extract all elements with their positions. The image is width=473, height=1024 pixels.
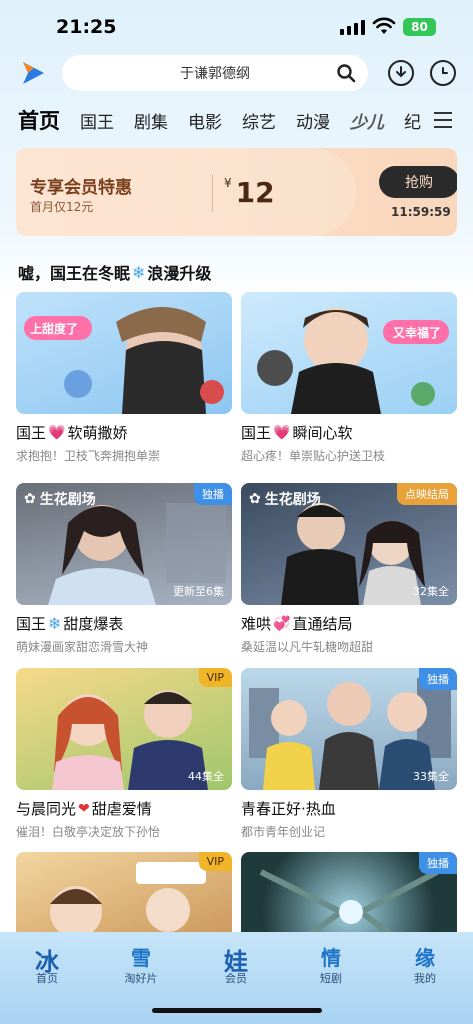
- vip-label: VIP: [198, 668, 232, 687]
- card-title: 青春正好·热血: [241, 800, 336, 818]
- video-card[interactable]: ✿ 生花剧场 独播 更新至6集 国王 ❄ 甜度爆表 萌妹漫画家甜恋滑雪大神: [16, 483, 232, 655]
- nav-discover-icon: 雪: [131, 946, 151, 970]
- heart-icon: 💞: [273, 615, 291, 632]
- channel-tabs: 首页 国王 剧集 电影 综艺 动漫 少儿 纪: [18, 104, 458, 136]
- exclusive-label: 独播: [419, 852, 457, 874]
- thumbnail-badge-text: 又幸福了: [393, 326, 442, 340]
- battery-indicator: 80: [403, 18, 436, 36]
- nav-label: 首页: [36, 972, 58, 985]
- tab-kids[interactable]: 少儿: [350, 108, 384, 133]
- wifi-icon: [372, 17, 396, 34]
- video-thumbnail[interactable]: ✿ 生花剧场 独播 更新至6集: [16, 483, 232, 605]
- tab-king[interactable]: 国王: [80, 108, 114, 133]
- tab-series[interactable]: 剧集: [134, 108, 168, 133]
- tab-home[interactable]: 首页: [18, 105, 60, 135]
- card-subtitle: 超心疼！单崇贴心护送卫枝: [241, 449, 386, 463]
- battery-level: 80: [411, 20, 428, 34]
- video-card[interactable]: 又幸福了 国王 💗 瞬间心软 超心疼！单崇贴心护送卫枝: [241, 292, 457, 464]
- vip-promo-subtitle: 首月仅12元: [30, 200, 94, 214]
- nav-home[interactable]: 冰 首页: [12, 942, 82, 986]
- studio-logo: ✿ 生花剧场: [24, 491, 96, 508]
- nav-shorts-icon: 情: [321, 946, 341, 970]
- channel-menu-icon[interactable]: [434, 112, 452, 128]
- nav-label: 会员: [225, 972, 247, 985]
- video-card[interactable]: VIP 44集全 与晨同光 ❤ 甜虐爱情 催泪！白敬亭决定放下孙怡: [16, 668, 232, 840]
- exclusive-label: 独播: [419, 668, 457, 690]
- nav-shorts[interactable]: 情 短剧: [296, 942, 366, 986]
- card-title: 国王 💗 软萌撒娇: [16, 424, 128, 442]
- card-title: 国王 💗 瞬间心软: [241, 424, 353, 442]
- video-card[interactable]: 独播 33集全 青春正好·热血 都市青年创业记: [241, 668, 457, 840]
- video-thumbnail[interactable]: VIP 44集全: [16, 668, 232, 790]
- video-card[interactable]: 上甜度了 国王 💗 软萌撒娇 求抱抱！卫枝飞奔拥抱单崇: [16, 292, 232, 464]
- search-icon[interactable]: [336, 63, 356, 83]
- download-icon[interactable]: [388, 60, 414, 86]
- nav-profile-icon: 缘: [415, 946, 435, 970]
- currency-symbol: ¥: [224, 176, 232, 190]
- status-bar: 21:25 80: [0, 0, 473, 54]
- vip-price: ¥12: [224, 176, 275, 209]
- tab-variety[interactable]: 综艺: [242, 108, 276, 133]
- studio-logo: ✿ 生花剧场: [249, 491, 321, 508]
- card-title: 国王 ❄ 甜度爆表: [16, 614, 124, 633]
- card-title: 难哄 💞 直通结局: [241, 615, 353, 633]
- video-thumbnail[interactable]: 独播 33集全: [241, 668, 457, 790]
- countdown-timer: 11:59:59: [391, 205, 451, 219]
- app-logo-icon[interactable]: [20, 60, 46, 86]
- episode-count: 更新至6集: [173, 585, 224, 598]
- episode-count: 32集全: [413, 585, 449, 598]
- heart-icon: ❤: [78, 800, 90, 817]
- video-thumbnail[interactable]: ✿ 生花剧场 点映结局 32集全: [241, 483, 457, 605]
- nav-profile[interactable]: 缘 我的: [390, 942, 460, 986]
- exclusive-label: 独播: [194, 483, 232, 505]
- nav-vip[interactable]: 娃 会员: [201, 942, 271, 986]
- card-subtitle: 都市青年创业记: [241, 825, 326, 839]
- card-subtitle: 萌妹漫画家甜恋滑雪大神: [16, 640, 149, 654]
- search-query[interactable]: 于谦郭德纲: [180, 63, 250, 83]
- video-thumbnail[interactable]: 又幸福了: [241, 292, 457, 414]
- vip-promo-title: 专享会员特惠: [30, 178, 132, 198]
- price-value: 12: [235, 176, 275, 209]
- nav-label: 短剧: [320, 972, 342, 985]
- heart-icon: 💗: [48, 424, 66, 441]
- tab-documentary[interactable]: 纪: [404, 108, 421, 133]
- episode-count: 33集全: [413, 770, 449, 783]
- card-subtitle: 桑延温以凡牛轧糖吻超甜: [241, 640, 374, 654]
- heart-icon: 💗: [273, 424, 291, 441]
- card-title: 与晨同光 ❤ 甜虐爱情: [16, 800, 152, 818]
- history-clock-icon[interactable]: [430, 60, 456, 86]
- finale-label: 点映结局: [397, 483, 457, 505]
- nav-label: 淘好片: [124, 972, 158, 985]
- search-bar[interactable]: 于谦郭德纲: [62, 55, 368, 91]
- card-subtitle: 催泪！白敬亭决定放下孙怡: [16, 825, 161, 839]
- snowflake-icon: ❄: [132, 262, 146, 282]
- snowflake-icon: ❄: [48, 614, 62, 633]
- nav-vip-icon: 娃: [224, 948, 248, 976]
- cellular-signal-icon: [340, 20, 365, 35]
- nav-discover[interactable]: 雪 淘好片: [106, 942, 176, 986]
- thumbnail-art: [257, 308, 449, 414]
- section-title: 嘘，国王在冬眠 ❄ 浪漫升级: [18, 262, 212, 284]
- episode-count: 44集全: [188, 770, 224, 783]
- tab-anime[interactable]: 动漫: [296, 108, 330, 133]
- card-subtitle: 求抱抱！卫枝飞奔拥抱单崇: [16, 449, 161, 463]
- vip-label: VIP: [198, 852, 232, 871]
- nav-home-icon: 冰: [35, 948, 59, 976]
- video-card[interactable]: ✿ 生花剧场 点映结局 32集全 难哄 💞 直通结局 桑延温以凡牛轧糖吻超甜: [241, 483, 457, 655]
- thumbnail-badge-text: 上甜度了: [30, 322, 79, 336]
- tab-movies[interactable]: 电影: [188, 108, 222, 133]
- video-thumbnail[interactable]: 上甜度了: [16, 292, 232, 414]
- divider: [212, 174, 213, 212]
- buy-button[interactable]: 抢购: [379, 166, 457, 198]
- nav-label: 我的: [414, 972, 436, 985]
- status-time: 21:25: [56, 16, 117, 38]
- home-indicator[interactable]: [152, 1008, 322, 1013]
- vip-promo-banner[interactable]: 专享会员特惠 首月仅12元 ¥12 抢购 11:59:59: [16, 148, 457, 236]
- thumbnail-art: [24, 307, 224, 414]
